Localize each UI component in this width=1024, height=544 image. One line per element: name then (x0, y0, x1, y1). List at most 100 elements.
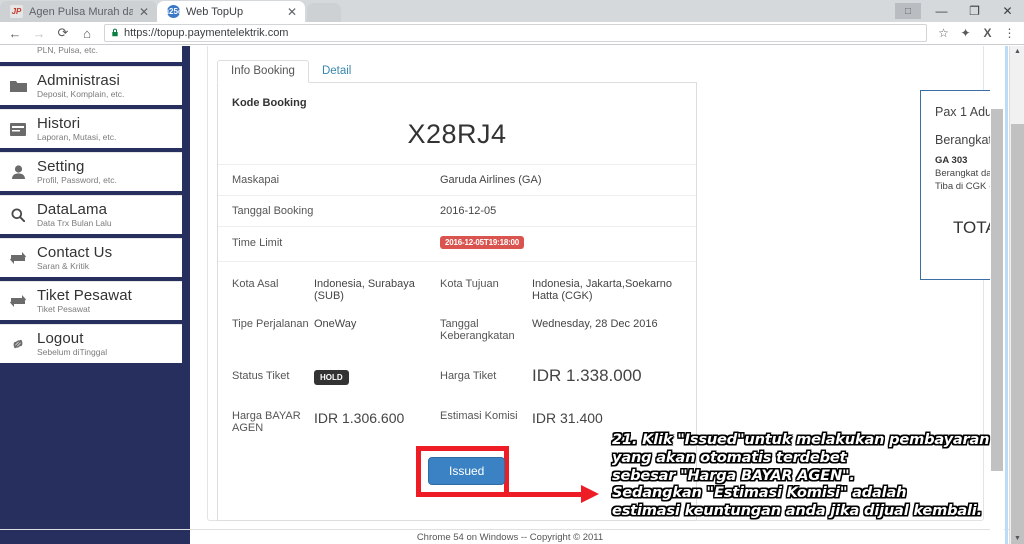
browser-tab-2[interactable]: \u25cf Web TopUp ✕ (157, 1, 305, 22)
browser-toolbar: ← → ⟳ ⌂ https://topup.paymentelektrik.co… (0, 22, 1024, 45)
status-badge: 2016-12-05T19:18:00 (440, 236, 525, 249)
tanggal-booking-value: 2016-12-05 (440, 205, 497, 217)
close-icon[interactable]: ✕ (139, 6, 149, 18)
sidebar-item-text: Contact Us Saran & Kritik (37, 244, 112, 272)
user-icon (8, 165, 28, 179)
close-icon[interactable]: ✕ (287, 6, 297, 18)
extension-icon[interactable]: ✦ (955, 23, 976, 43)
adblock-x-icon[interactable]: X (977, 23, 998, 43)
reload-icon[interactable]: ⟳ (52, 23, 74, 43)
estimasi-komisi-label: Estimasi Komisi (440, 410, 518, 422)
exchange-icon (8, 295, 28, 307)
sidebar-item-datalama[interactable]: DataLama Data Trx Bulan Lalu (0, 195, 182, 234)
kode-booking-row: Kode Booking (218, 83, 696, 115)
tab-title: Agen Pulsa Murah dan P (29, 5, 133, 18)
sidebar-item-sub: Data Trx Bulan Lalu (37, 218, 112, 229)
browser-window: JP Agen Pulsa Murah dan P ✕ \u25cf Web T… (0, 0, 1024, 544)
annotation-text: 21. Klik "Issued"untuk melakukan pembaya… (612, 431, 990, 520)
window-controls: □ — ❐ ✕ (895, 0, 1024, 22)
sidebar-item-setting[interactable]: Setting Profil, Password, etc. (0, 152, 182, 191)
sidebar-item-label: Logout (37, 329, 84, 347)
url-text: https://topup.paymentelektrik.com (124, 27, 289, 39)
toolbar-right-icons: ☆ ✦ X ⋮ (933, 23, 1020, 43)
chrome-menu-icon[interactable]: ⋮ (999, 23, 1020, 43)
link-icon (8, 337, 28, 351)
arrow-icon (505, 485, 605, 503)
sidebar-item-text: DataLama Data Trx Bulan Lalu (37, 201, 112, 229)
issued-button[interactable]: Issued (428, 457, 506, 485)
address-bar[interactable]: https://topup.paymentelektrik.com (104, 24, 927, 42)
sidebar-item-logout[interactable]: Logout Sebelum diTinggal (0, 324, 182, 363)
profile-icon[interactable]: □ (895, 3, 921, 19)
forward-icon[interactable]: → (28, 23, 50, 43)
time-limit-label: Time Limit (232, 236, 283, 249)
page-viewport: PLN, Pulsa, etc. Administrasi Deposit, K… (0, 46, 1024, 544)
kota-asal-value: Indonesia, Surabaya (SUB) (314, 278, 415, 302)
arrive-text: Tiba di CGK @07:00 (935, 181, 990, 192)
tab-detail[interactable]: Detail (309, 61, 364, 82)
minimize-button[interactable]: — (925, 0, 958, 22)
content-scrollbar-thumb[interactable] (991, 109, 1003, 471)
sidebar-item-text: Logout Sebelum diTinggal (37, 329, 108, 358)
sidebar-item-sub: Profil, Password, etc. (37, 175, 117, 186)
sidebar-item-text: Histori Laporan, Mutasi, etc. (37, 114, 117, 143)
page-footer: Chrome 54 on Windows -- Copyright © 2011 (0, 529, 1009, 544)
back-icon[interactable]: ← (4, 23, 26, 43)
sidebar-item-sub: Sebelum diTinggal (37, 347, 108, 358)
sidebar-item-sub: Laporan, Mutasi, etc. (37, 132, 117, 143)
sidebar-item-text: Setting Profil, Password, etc. (37, 157, 117, 186)
sidebar-item-pln[interactable]: PLN, Pulsa, etc. (0, 46, 182, 62)
arrow-head (581, 485, 599, 503)
sidebar-item-label: Administrasi (37, 71, 120, 89)
scroll-up-icon[interactable]: ▲ (1014, 48, 1021, 55)
footer-sidebar-pad (0, 530, 190, 544)
scroll-down-icon[interactable]: ▼ (1014, 535, 1021, 542)
bookmark-star-icon[interactable]: ☆ (933, 23, 954, 43)
table-row: Tipe Perjalanan OneWay Tanggal Keberangk… (218, 308, 696, 352)
maskapai-label: Maskapai (232, 174, 280, 186)
table-row: Status Tiket HOLD Harga Tiket IDR 1.338.… (218, 352, 696, 396)
new-tab-button[interactable] (307, 3, 341, 22)
maskapai-value: Garuda Airlines (GA) (440, 174, 542, 186)
table-row: Tanggal Booking 2016-12-05 (218, 196, 696, 227)
sidebar-item-administrasi[interactable]: Administrasi Deposit, Komplain, etc. (0, 66, 182, 105)
sidebar-item-label: Setting (37, 157, 85, 175)
sidebar-item-contact-us[interactable]: Contact Us Saran & Kritik (0, 238, 182, 277)
search-icon (8, 208, 28, 222)
sidebar-item-tiket-pesawat[interactable]: Tiket Pesawat Tiket Pesawat (0, 281, 182, 320)
flight-code-text: GA 303 (935, 155, 968, 166)
harga-tiket-value: IDR 1.338.000 (532, 366, 642, 385)
kota-tujuan-label: Kota Tujuan (440, 278, 499, 290)
exchange-icon (8, 252, 28, 264)
status-tiket-value: HOLD (314, 367, 440, 385)
sidebar-item-sub: Tiket Pesawat (37, 304, 91, 315)
sidebar-item-label: Histori (37, 114, 81, 132)
berangkat-text: Berangkat 2016-12-28 (935, 133, 990, 147)
booking-tabs: Info Booking Detail (217, 58, 697, 83)
tab-info-booking[interactable]: Info Booking (217, 60, 309, 83)
tab-title: Web TopUp (186, 5, 244, 18)
footer-copyright: Chrome 54 on Windows -- Copyright © 2011 (416, 532, 604, 543)
globe-icon: \u25cf (161, 5, 186, 18)
status-badge: HOLD (314, 370, 349, 385)
sidebar-item-sub: PLN, Pulsa, etc. (37, 46, 98, 55)
maximize-button[interactable]: ❐ (958, 0, 991, 22)
bolt-icon (8, 46, 28, 48)
sidebar-item-text: PLN, Pulsa, etc. (37, 46, 98, 55)
kode-booking-label: Kode Booking (232, 97, 307, 109)
sidebar-item-sub: Saran & Kritik (37, 261, 89, 272)
browser-tab-1[interactable]: JP Agen Pulsa Murah dan P ✕ (0, 1, 157, 22)
home-icon[interactable]: ⌂ (76, 23, 98, 43)
kota-tujuan-value: Indonesia, Jakarta,Soekarno Hatta (CGK) (532, 278, 673, 302)
kode-booking-value: X28RJ4 (218, 115, 696, 165)
page-scrollbar-thumb[interactable] (1011, 124, 1024, 544)
tipe-perjalanan-value: OneWay (314, 318, 357, 330)
sidebar-item-histori[interactable]: Histori Laporan, Mutasi, etc. (0, 109, 182, 148)
total-price-text: TOTAL Rp. 1.338.000 (952, 218, 990, 237)
kota-asal-label: Kota Asal (232, 278, 279, 290)
folder-icon (8, 80, 28, 93)
harga-bayar-agen-value: IDR 1.306.600 (314, 410, 405, 426)
close-window-button[interactable]: ✕ (991, 0, 1024, 22)
tanggal-booking-label: Tanggal Booking (232, 205, 314, 217)
status-tiket-label: Status Tiket (232, 370, 290, 382)
